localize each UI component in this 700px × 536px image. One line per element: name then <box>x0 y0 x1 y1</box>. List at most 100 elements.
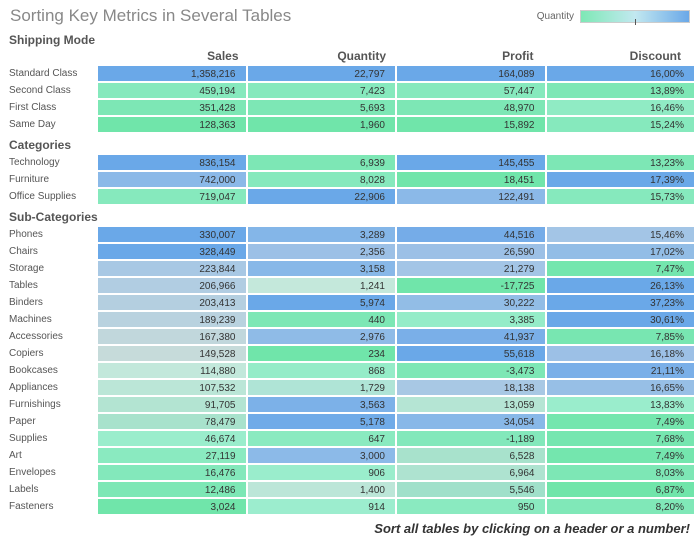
data-cell[interactable]: 6,528 <box>396 447 546 464</box>
data-cell[interactable]: 203,413 <box>97 294 247 311</box>
data-cell[interactable]: 167,380 <box>97 328 247 345</box>
data-cell[interactable]: 30,222 <box>396 294 546 311</box>
data-cell[interactable]: 30,61% <box>546 311 696 328</box>
data-cell[interactable]: 37,23% <box>546 294 696 311</box>
data-cell[interactable]: 18,138 <box>396 379 546 396</box>
data-cell[interactable]: 328,449 <box>97 243 247 260</box>
column-header[interactable]: Discount <box>544 49 692 63</box>
data-cell[interactable]: 2,976 <box>247 328 397 345</box>
data-cell[interactable]: 3,385 <box>396 311 546 328</box>
data-cell[interactable]: 22,906 <box>247 188 397 205</box>
data-cell[interactable]: 149,528 <box>97 345 247 362</box>
data-cell[interactable]: 8,03% <box>546 464 696 481</box>
data-cell[interactable]: 1,729 <box>247 379 397 396</box>
data-cell[interactable]: 3,024 <box>97 498 247 515</box>
data-cell[interactable]: 16,65% <box>546 379 696 396</box>
data-cell[interactable]: 189,239 <box>97 311 247 328</box>
data-cell[interactable]: 44,516 <box>396 226 546 243</box>
data-cell[interactable]: 5,974 <box>247 294 397 311</box>
data-cell[interactable]: 145,455 <box>396 154 546 171</box>
data-cell[interactable]: 3,158 <box>247 260 397 277</box>
data-cell[interactable]: 868 <box>247 362 397 379</box>
data-cell[interactable]: 7,68% <box>546 430 696 447</box>
data-cell[interactable]: 16,476 <box>97 464 247 481</box>
data-cell[interactable]: 13,059 <box>396 396 546 413</box>
data-cell[interactable]: 27,119 <box>97 447 247 464</box>
column-header[interactable]: Profit <box>396 49 544 63</box>
data-cell[interactable]: 16,46% <box>546 99 696 116</box>
data-cell[interactable]: 647 <box>247 430 397 447</box>
data-cell[interactable]: 34,054 <box>396 413 546 430</box>
data-cell[interactable]: 7,423 <box>247 82 397 99</box>
data-cell[interactable]: 1,960 <box>247 116 397 133</box>
data-cell[interactable]: 5,546 <box>396 481 546 498</box>
data-cell[interactable]: 17,39% <box>546 171 696 188</box>
data-cell[interactable]: -17,725 <box>396 277 546 294</box>
data-cell[interactable]: 914 <box>247 498 397 515</box>
data-cell[interactable]: 21,11% <box>546 362 696 379</box>
data-cell[interactable]: 206,966 <box>97 277 247 294</box>
data-cell[interactable]: 3,000 <box>247 447 397 464</box>
data-cell[interactable]: -3,473 <box>396 362 546 379</box>
data-cell[interactable]: 7,49% <box>546 413 696 430</box>
data-cell[interactable]: 8,028 <box>247 171 397 188</box>
data-cell[interactable]: 17,02% <box>546 243 696 260</box>
data-cell[interactable]: 1,358,216 <box>97 65 247 82</box>
data-cell[interactable]: 351,428 <box>97 99 247 116</box>
data-cell[interactable]: 16,00% <box>546 65 696 82</box>
data-cell[interactable]: -1,189 <box>396 430 546 447</box>
data-cell[interactable]: 2,356 <box>247 243 397 260</box>
data-cell[interactable]: 3,563 <box>247 396 397 413</box>
data-cell[interactable]: 107,532 <box>97 379 247 396</box>
data-cell[interactable]: 55,618 <box>396 345 546 362</box>
data-cell[interactable]: 18,451 <box>396 171 546 188</box>
data-cell[interactable]: 223,844 <box>97 260 247 277</box>
data-cell[interactable]: 7,47% <box>546 260 696 277</box>
data-cell[interactable]: 114,880 <box>97 362 247 379</box>
data-cell[interactable]: 15,892 <box>396 116 546 133</box>
data-cell[interactable]: 164,089 <box>396 65 546 82</box>
data-cell[interactable]: 234 <box>247 345 397 362</box>
data-cell[interactable]: 459,194 <box>97 82 247 99</box>
data-cell[interactable]: 1,241 <box>247 277 397 294</box>
data-cell[interactable]: 21,279 <box>396 260 546 277</box>
data-cell[interactable]: 330,007 <box>97 226 247 243</box>
data-cell[interactable]: 719,047 <box>97 188 247 205</box>
data-cell[interactable]: 48,970 <box>396 99 546 116</box>
data-cell[interactable]: 6,964 <box>396 464 546 481</box>
data-cell[interactable]: 128,363 <box>97 116 247 133</box>
data-cell[interactable]: 57,447 <box>396 82 546 99</box>
data-cell[interactable]: 6,87% <box>546 481 696 498</box>
data-cell[interactable]: 906 <box>247 464 397 481</box>
data-cell[interactable]: 22,797 <box>247 65 397 82</box>
data-cell[interactable]: 7,49% <box>546 447 696 464</box>
data-cell[interactable]: 742,000 <box>97 171 247 188</box>
column-header[interactable]: Quantity <box>249 49 397 63</box>
data-cell[interactable]: 836,154 <box>97 154 247 171</box>
data-cell[interactable]: 5,693 <box>247 99 397 116</box>
data-cell[interactable]: 26,590 <box>396 243 546 260</box>
data-cell[interactable]: 41,937 <box>396 328 546 345</box>
data-cell[interactable]: 91,705 <box>97 396 247 413</box>
data-cell[interactable]: 13,83% <box>546 396 696 413</box>
column-header[interactable]: Sales <box>101 49 249 63</box>
data-cell[interactable]: 15,73% <box>546 188 696 205</box>
data-cell[interactable]: 3,289 <box>247 226 397 243</box>
data-cell[interactable]: 46,674 <box>97 430 247 447</box>
data-cell[interactable]: 12,486 <box>97 481 247 498</box>
data-cell[interactable]: 1,400 <box>247 481 397 498</box>
data-cell[interactable]: 16,18% <box>546 345 696 362</box>
data-cell[interactable]: 122,491 <box>396 188 546 205</box>
data-cell[interactable]: 950 <box>396 498 546 515</box>
data-cell[interactable]: 13,23% <box>546 154 696 171</box>
data-cell[interactable]: 7,85% <box>546 328 696 345</box>
data-cell[interactable]: 15,24% <box>546 116 696 133</box>
data-cell[interactable]: 440 <box>247 311 397 328</box>
data-cell[interactable]: 6,939 <box>247 154 397 171</box>
data-cell[interactable]: 15,46% <box>546 226 696 243</box>
data-cell[interactable]: 13,89% <box>546 82 696 99</box>
data-cell[interactable]: 26,13% <box>546 277 696 294</box>
data-cell[interactable]: 78,479 <box>97 413 247 430</box>
data-cell[interactable]: 5,178 <box>247 413 397 430</box>
data-cell[interactable]: 8,20% <box>546 498 696 515</box>
